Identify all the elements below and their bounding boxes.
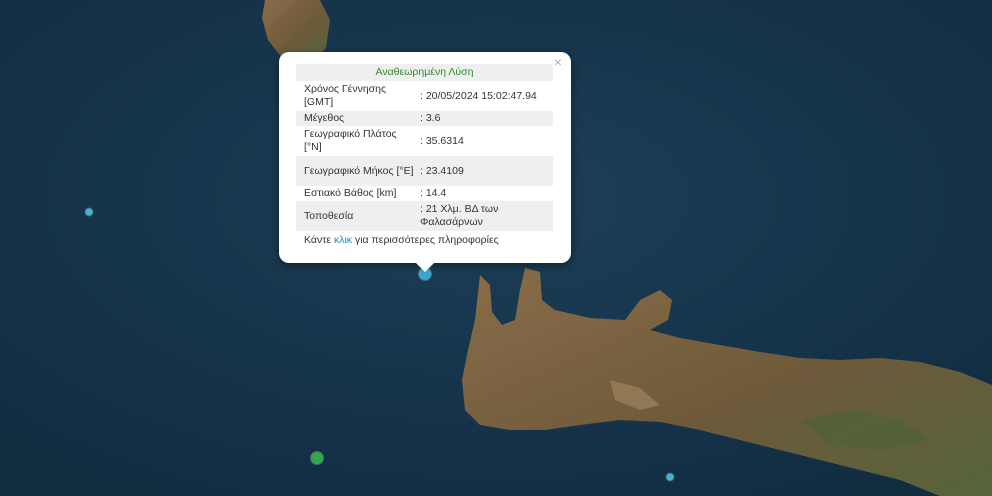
info-popup: × Αναθεωρημένη Λύση Χρόνος Γέννησης [GMT… <box>279 52 571 272</box>
more-info-text: Κάντε κλικ για περισσότερες πληροφορίες <box>296 234 553 246</box>
more-prefix: Κάντε <box>304 234 334 246</box>
label-magnitude: Μέγεθος <box>296 111 416 126</box>
label-location: Τοποθεσία <box>296 201 416 231</box>
value-time: : 20/05/2024 15:02:47.94 <box>420 89 537 102</box>
row-magnitude: Μέγεθος : 3.6 <box>296 111 553 126</box>
value-location: : 21 Χλμ. ΒΔ των Φαλασάρνων <box>416 201 553 231</box>
quake-marker-west[interactable] <box>85 208 93 216</box>
value-latitude: : 35.6314 <box>420 134 464 147</box>
popup-title: Αναθεωρημένη Λύση <box>296 64 553 81</box>
map[interactable]: × Αναθεωρημένη Λύση Χρόνος Γέννησης [GMT… <box>0 0 992 496</box>
close-icon[interactable]: × <box>551 55 565 69</box>
quake-marker-southwest[interactable] <box>311 452 323 464</box>
row-location: Τοποθεσία : 21 Χλμ. ΒΔ των Φαλασάρνων <box>296 201 553 231</box>
label-time: Χρόνος Γέννησης [GMT] <box>304 83 387 108</box>
value-depth: : 14.4 <box>420 187 447 199</box>
popup-tip <box>416 263 434 272</box>
more-info-link[interactable]: κλικ <box>334 234 352 246</box>
row-longitude: Γεωγραφικό Μήκος [°E] : 23.4109 <box>296 156 553 186</box>
value-longitude: : 23.4109 <box>416 156 553 186</box>
label-depth: Εστιακό Βάθος [km] <box>304 187 397 199</box>
quake-marker-south[interactable] <box>666 473 674 481</box>
more-suffix: για περισσότερες πληροφορίες <box>352 234 499 246</box>
row-time: Χρόνος Γέννησης [GMT] : 20/05/2024 15:02… <box>296 81 553 111</box>
row-depth: Εστιακό Βάθος [km] : 14.4 <box>296 186 553 201</box>
value-magnitude: : 3.6 <box>416 111 553 126</box>
label-longitude: Γεωγραφικό Μήκος [°E] <box>296 156 416 186</box>
row-latitude: Γεωγραφικό Πλάτος [°N] : 35.6314 <box>296 126 553 156</box>
popup-title-row: Αναθεωρημένη Λύση <box>296 64 553 81</box>
label-latitude: Γεωγραφικό Πλάτος [°N] <box>304 128 397 153</box>
quake-details-table: Αναθεωρημένη Λύση Χρόνος Γέννησης [GMT] … <box>296 64 553 231</box>
